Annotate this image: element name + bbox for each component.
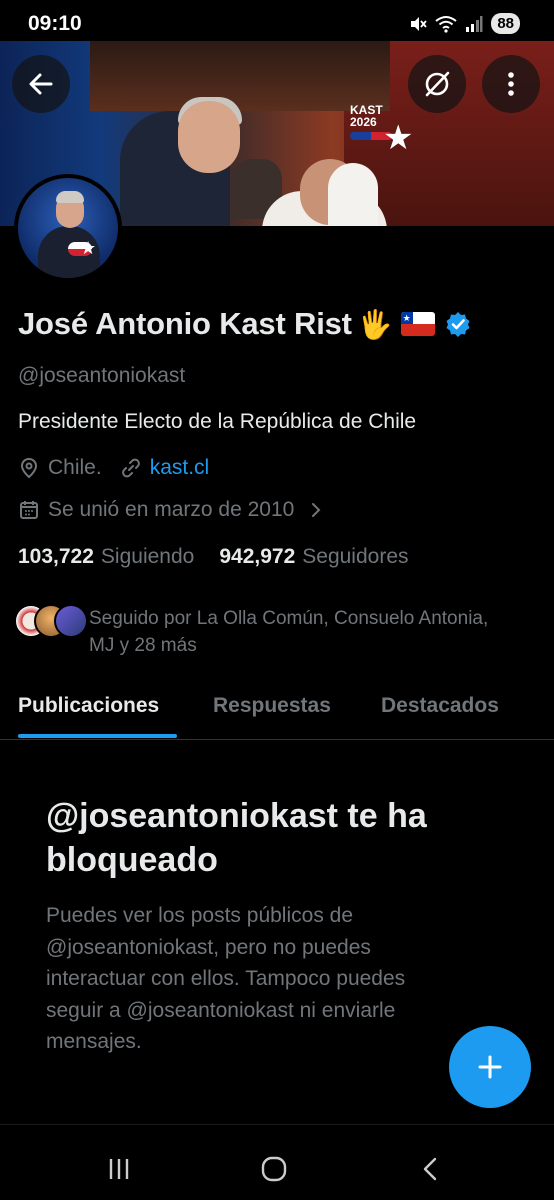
chile-flag-icon: ★ xyxy=(400,312,435,336)
profile-name: José Antonio Kast Rist xyxy=(18,306,352,341)
banner-person-face xyxy=(178,101,240,173)
join-date-text: Se unió en marzo de 2010 xyxy=(48,498,295,521)
status-icons: 88 xyxy=(409,13,520,34)
back-button[interactable] xyxy=(12,55,70,113)
verified-badge-icon[interactable] xyxy=(445,311,471,337)
following-label: Siguiendo xyxy=(100,545,195,568)
avatar-hair xyxy=(56,191,84,203)
profile-join-date[interactable]: Se unió en marzo de 2010 xyxy=(18,498,324,522)
grok-button[interactable] xyxy=(408,55,466,113)
profile-meta: Chile. kast.cl xyxy=(18,456,209,480)
signal-icon xyxy=(466,15,483,32)
profile-location: Chile. xyxy=(48,456,102,479)
avatar-star-icon: ★ xyxy=(80,238,97,258)
followed-by-text[interactable]: Seguido por La Olla Común, Consuelo Anto… xyxy=(89,605,489,659)
profile-name-row: José Antonio Kast Rist 🖐 ★ xyxy=(18,306,471,342)
profile-stats: 103,722 Siguiendo 942,972 Seguidores xyxy=(18,545,409,569)
plus-icon xyxy=(478,1055,502,1079)
home-icon xyxy=(261,1156,287,1182)
profile-bio: Presidente Electo de la República de Chi… xyxy=(18,410,417,433)
status-time: 09:10 xyxy=(28,12,82,35)
banner-ceiling xyxy=(90,41,390,111)
tab-destacados[interactable]: Destacados xyxy=(381,694,499,718)
more-vertical-icon xyxy=(508,72,514,96)
profile-tabs: Publicaciones Respuestas Destacados xyxy=(0,690,554,740)
active-tab-indicator xyxy=(18,734,177,738)
back-icon xyxy=(423,1157,437,1181)
link-icon xyxy=(121,458,140,478)
hand-emoji: 🖐 xyxy=(357,308,393,340)
calendar-icon xyxy=(20,501,38,519)
battery-icon: 88 xyxy=(491,13,520,34)
campaign-logo-year: 2026 xyxy=(350,115,377,129)
status-bar: 09:10 88 xyxy=(0,0,554,46)
system-back-button[interactable] xyxy=(400,1149,460,1189)
tab-respuestas[interactable]: Respuestas xyxy=(213,694,331,718)
avatar[interactable]: ★ xyxy=(14,174,122,282)
location-pin-icon xyxy=(20,457,38,479)
mute-icon xyxy=(411,16,428,31)
system-nav-bar xyxy=(0,1124,554,1200)
followers-count: 942,972 xyxy=(219,545,296,568)
followed-by-avatars[interactable] xyxy=(14,604,88,638)
blocked-description: Puedes ver los posts públicos de @josean… xyxy=(46,904,406,1053)
recents-icon xyxy=(109,1159,129,1179)
compose-button[interactable] xyxy=(449,1026,531,1108)
followers-label: Seguidores xyxy=(302,545,409,568)
home-button[interactable] xyxy=(244,1149,304,1189)
banner-person-right-cap xyxy=(328,163,378,226)
back-arrow-icon xyxy=(29,73,53,95)
profile-website-link[interactable]: kast.cl xyxy=(150,456,210,480)
wifi-icon xyxy=(435,15,457,33)
blocked-title: @joseantoniokast te ha bloqueado xyxy=(46,797,427,879)
star-icon: ★ xyxy=(383,119,414,157)
recents-button[interactable] xyxy=(89,1149,149,1189)
tab-publicaciones[interactable]: Publicaciones xyxy=(18,694,159,718)
grok-icon xyxy=(425,71,450,97)
chevron-right-icon xyxy=(312,503,321,517)
profile-handle: @joseantoniokast xyxy=(18,364,186,387)
avatar xyxy=(54,604,88,638)
followers-stat[interactable]: 942,972 Seguidores xyxy=(219,545,408,569)
following-stat[interactable]: 103,722 Siguiendo xyxy=(18,545,194,569)
following-count: 103,722 xyxy=(18,545,94,568)
more-button[interactable] xyxy=(482,55,540,113)
